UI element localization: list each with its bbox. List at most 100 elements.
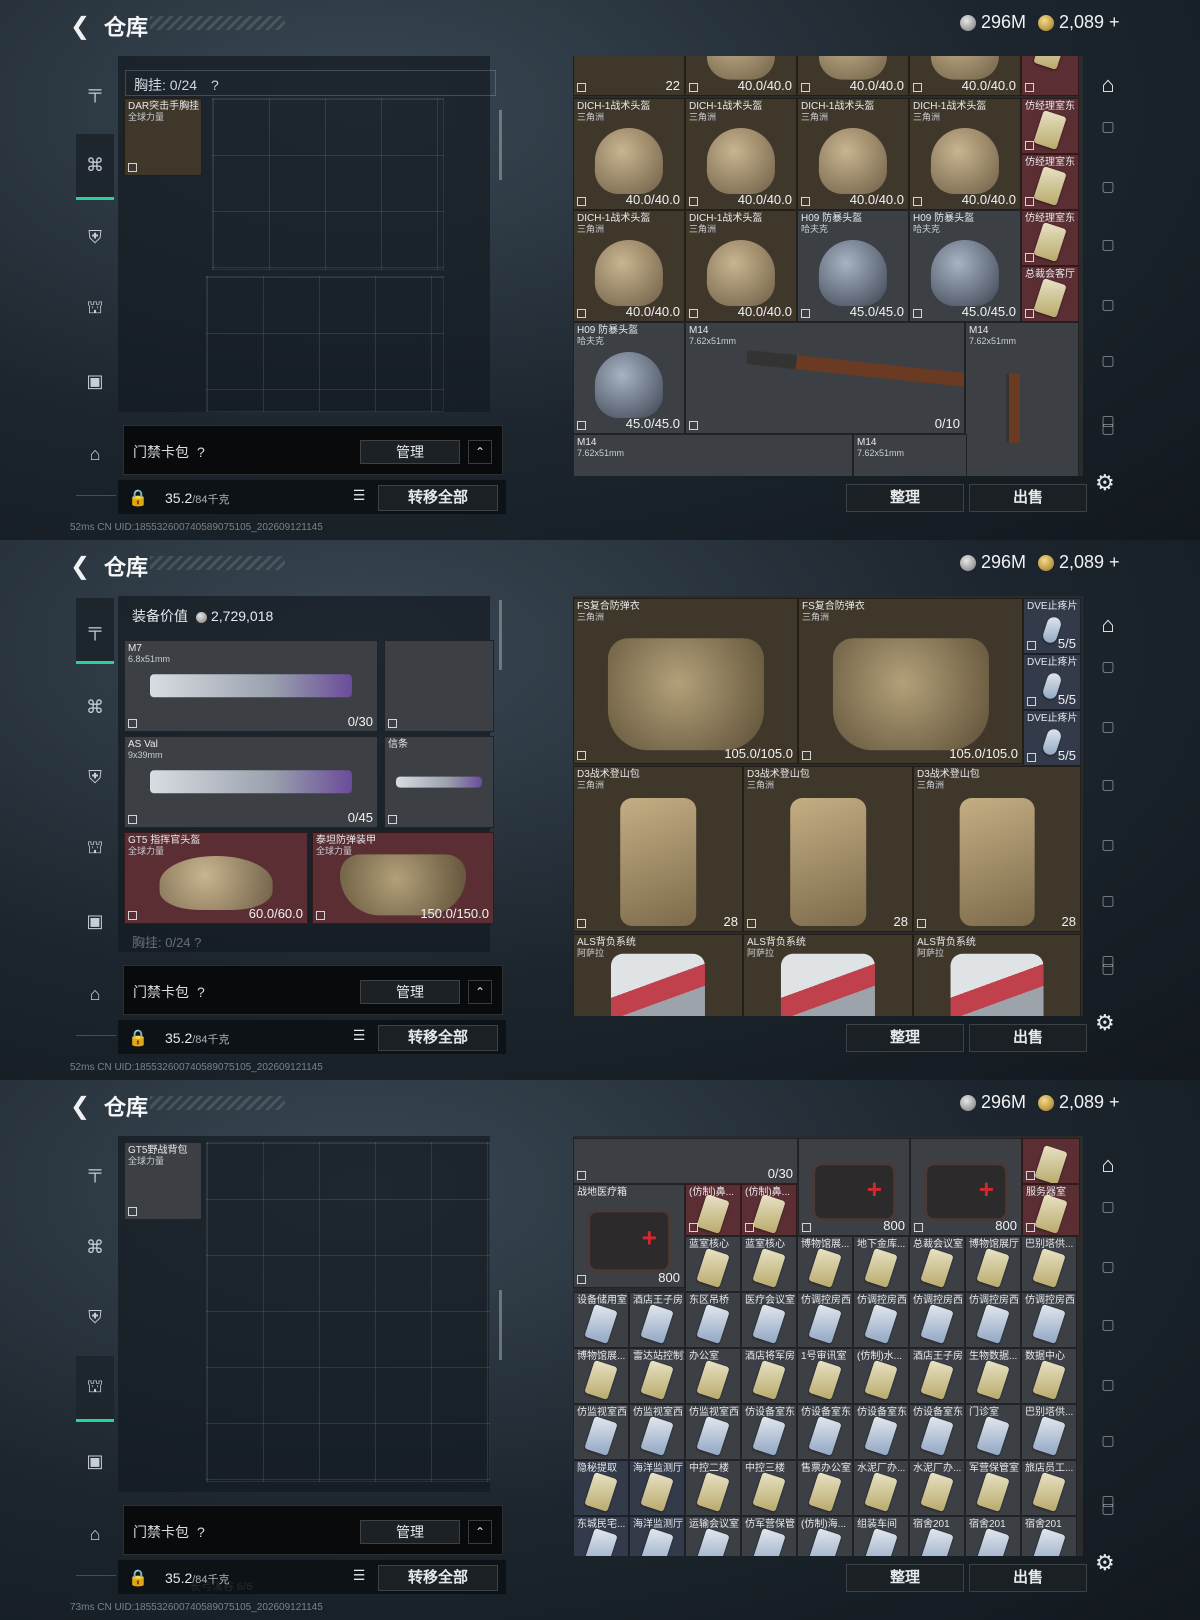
stash-item[interactable]: H09 防暴头盔 哈夫克 45.0/45.0 xyxy=(797,210,909,322)
stash-item[interactable]: (仿制)鼻... xyxy=(685,1184,741,1236)
back-arrow-icon[interactable]: ❮ xyxy=(70,1092,90,1121)
manage-button[interactable]: 管理 xyxy=(360,440,460,464)
armor-tab[interactable]: ⛨ xyxy=(76,758,114,796)
stash-item[interactable]: DICH-1战术头盔 三角洲 40.0/40.0 xyxy=(573,210,685,322)
keycard-item[interactable]: 仿军营保管 xyxy=(741,1516,797,1556)
stash-item[interactable]: DICH-1战术头盔 三角洲 40.0/40.0 xyxy=(573,98,685,210)
stash-item[interactable]: ALS背负系统 阿萨拉 xyxy=(573,934,743,1016)
keycard-item[interactable]: 旅店员工... xyxy=(1021,1460,1077,1516)
help-icon[interactable]: ? xyxy=(197,984,205,1000)
chest-rig-tab[interactable]: ⌘ xyxy=(76,134,114,200)
stash-item[interactable]: DICH-1战术头盔 三角洲 40.0/40.0 xyxy=(685,210,797,322)
chest-rig-tab[interactable]: ⌘ xyxy=(76,1228,114,1266)
keycard-item[interactable]: 雷达站控制室 xyxy=(629,1348,685,1404)
currency-gold[interactable]: 2,089 + xyxy=(1038,12,1120,33)
keycard-item[interactable]: 东区吊桥 xyxy=(685,1292,741,1348)
keycard-item[interactable]: 东城民宅... xyxy=(573,1516,629,1556)
armor-tab[interactable]: ⛨ xyxy=(76,218,114,256)
storage-tab-5[interactable]: ▢ xyxy=(1092,892,1124,922)
stash-item[interactable]: D3战术登山包 三角洲 28 xyxy=(573,766,743,932)
keycard-item[interactable]: 仿调控房西 xyxy=(909,1292,965,1348)
keycard-item[interactable]: 医疗会议室 xyxy=(741,1292,797,1348)
stash-item[interactable]: 服务器室 xyxy=(1022,1184,1080,1236)
back-arrow-icon[interactable]: ❮ xyxy=(70,12,90,41)
keycard-item[interactable]: 宿舍201 xyxy=(1021,1516,1077,1556)
help-icon[interactable]: ? xyxy=(197,444,205,460)
storage-tab-3[interactable]: ▢ xyxy=(1092,776,1124,806)
collapse-chevron-icon[interactable]: ⌃ xyxy=(468,980,492,1004)
keycard-item[interactable]: 宿舍201 xyxy=(965,1516,1021,1556)
scrollbar[interactable] xyxy=(499,600,502,670)
keycard-item[interactable]: 仿设备室东 xyxy=(797,1404,853,1460)
warehouse-icon[interactable]: ⌂ xyxy=(1092,612,1124,642)
keycard-item[interactable]: (仿制)水... xyxy=(853,1348,909,1404)
keycard-item[interactable]: 水泥厂办... xyxy=(853,1460,909,1516)
armor-tab[interactable]: ⛨ xyxy=(76,1298,114,1336)
manage-button[interactable]: 管理 xyxy=(360,1520,460,1544)
gold-add-icon[interactable]: + xyxy=(1109,12,1120,33)
stash-item[interactable]: AS Val 9x39mm 0/45 xyxy=(124,736,378,828)
stash-item[interactable]: H09 防暴头盔 哈夫克 45.0/45.0 xyxy=(909,210,1021,322)
keycard-item[interactable]: 博物馆展厅 xyxy=(965,1236,1021,1292)
keycard-item[interactable]: 总裁会议室 xyxy=(909,1236,965,1292)
backpack-tab[interactable]: ⛫ xyxy=(76,1356,114,1422)
keycard-item[interactable]: 蓝室核心 xyxy=(685,1236,741,1292)
keycard-item[interactable]: 酒店王子房 xyxy=(629,1292,685,1348)
stash-item[interactable]: M7 6.8x51mm 0/30 xyxy=(124,640,378,732)
keycard-item[interactable]: 组装车间 xyxy=(853,1516,909,1556)
keycard-item[interactable]: 仿设备室东 xyxy=(909,1404,965,1460)
transfer-all-button[interactable]: 转移全部 xyxy=(378,485,498,511)
keycard-item[interactable]: 隐秘提取 xyxy=(573,1460,629,1516)
storage-tab-3[interactable]: ▢ xyxy=(1092,1316,1124,1346)
stash-item[interactable]: DAR突击手胸挂 全球力量 xyxy=(124,98,202,176)
keycard-item[interactable]: (仿制)海... xyxy=(797,1516,853,1556)
keycard-item[interactable]: 酒店将军房 xyxy=(741,1348,797,1404)
keycard-item[interactable]: 门诊室 xyxy=(965,1404,1021,1460)
backpack-tab[interactable]: ⛫ xyxy=(76,290,114,328)
keycard-item[interactable]: 中控二楼 xyxy=(685,1460,741,1516)
stash-item[interactable]: DICH-1战术头盔 三角洲 40.0/40.0 xyxy=(685,98,797,210)
settings-gear-icon[interactable]: ⚙ xyxy=(1095,470,1115,496)
keycard-item[interactable]: 仿调控房西 xyxy=(965,1292,1021,1348)
sort-button[interactable]: 整理 xyxy=(846,1024,964,1052)
sort-button[interactable]: 整理 xyxy=(846,1564,964,1592)
stash-item[interactable]: 40.0/40.0 xyxy=(909,56,1021,96)
storage-tab-4[interactable]: ▢ xyxy=(1092,1376,1124,1406)
stash-item[interactable]: 800 xyxy=(910,1138,1022,1236)
transfer-all-button[interactable]: 转移全部 xyxy=(378,1025,498,1051)
scrollbar[interactable] xyxy=(499,110,502,180)
stash-item[interactable]: M14 7.62x51mm xyxy=(965,322,1079,476)
keycard-item[interactable]: 海洋监测厅 xyxy=(629,1516,685,1556)
backpack-tab[interactable]: ⛫ xyxy=(76,830,114,868)
rifle-tab[interactable]: ╤ xyxy=(76,598,114,664)
stash-item[interactable]: M14 7.62x51mm xyxy=(853,434,967,476)
back-arrow-icon[interactable]: ❮ xyxy=(70,552,90,581)
stash-item[interactable]: GT5野战背包 全球力量 xyxy=(124,1142,202,1220)
manage-button[interactable]: 管理 xyxy=(360,980,460,1004)
stash-item[interactable]: M14 7.62x51mm xyxy=(573,434,853,476)
stash-item[interactable]: 战地医疗箱 800 xyxy=(573,1184,685,1288)
storage-tab-1[interactable]: ▢ xyxy=(1092,658,1124,688)
stash-item[interactable]: DVE止疼片 5/5 xyxy=(1023,654,1081,710)
rig-slot-grid[interactable] xyxy=(206,276,444,412)
keycard-item[interactable]: 仿设备室东 xyxy=(853,1404,909,1460)
warehouse-icon[interactable]: ⌂ xyxy=(1092,72,1124,102)
transfer-all-button[interactable]: 转移全部 xyxy=(378,1565,498,1591)
stash-item[interactable]: 40.0/40.0 xyxy=(797,56,909,96)
stash-item[interactable]: 总裁会客厅 xyxy=(1021,266,1079,322)
keycard-item[interactable]: 宿舍201 xyxy=(909,1516,965,1556)
storage-tab-4[interactable]: ▢ xyxy=(1092,296,1124,326)
keycard-item[interactable]: 中控三楼 xyxy=(741,1460,797,1516)
storage-tab-7[interactable]: ▢ xyxy=(1092,420,1124,450)
keycard-item[interactable]: 酒店王子房 xyxy=(909,1348,965,1404)
help-icon[interactable]: ? xyxy=(211,77,219,93)
stash-item[interactable]: 800 xyxy=(798,1138,910,1236)
stash-item[interactable] xyxy=(1022,1138,1080,1184)
currency-gold[interactable]: 2,089 + xyxy=(1038,552,1120,573)
stash-item[interactable]: H09 防暴头盔 哈夫克 45.0/45.0 xyxy=(573,322,685,434)
collapse-chevron-icon[interactable]: ⌃ xyxy=(468,1520,492,1544)
stash-item[interactable]: M14 7.62x51mm 0/10 xyxy=(685,322,965,434)
keycard-item[interactable]: 设备储用室 xyxy=(573,1292,629,1348)
stash-item[interactable]: 仿经理室东 xyxy=(1021,210,1079,266)
briefcase-tab[interactable]: ⌂ xyxy=(76,1515,114,1553)
